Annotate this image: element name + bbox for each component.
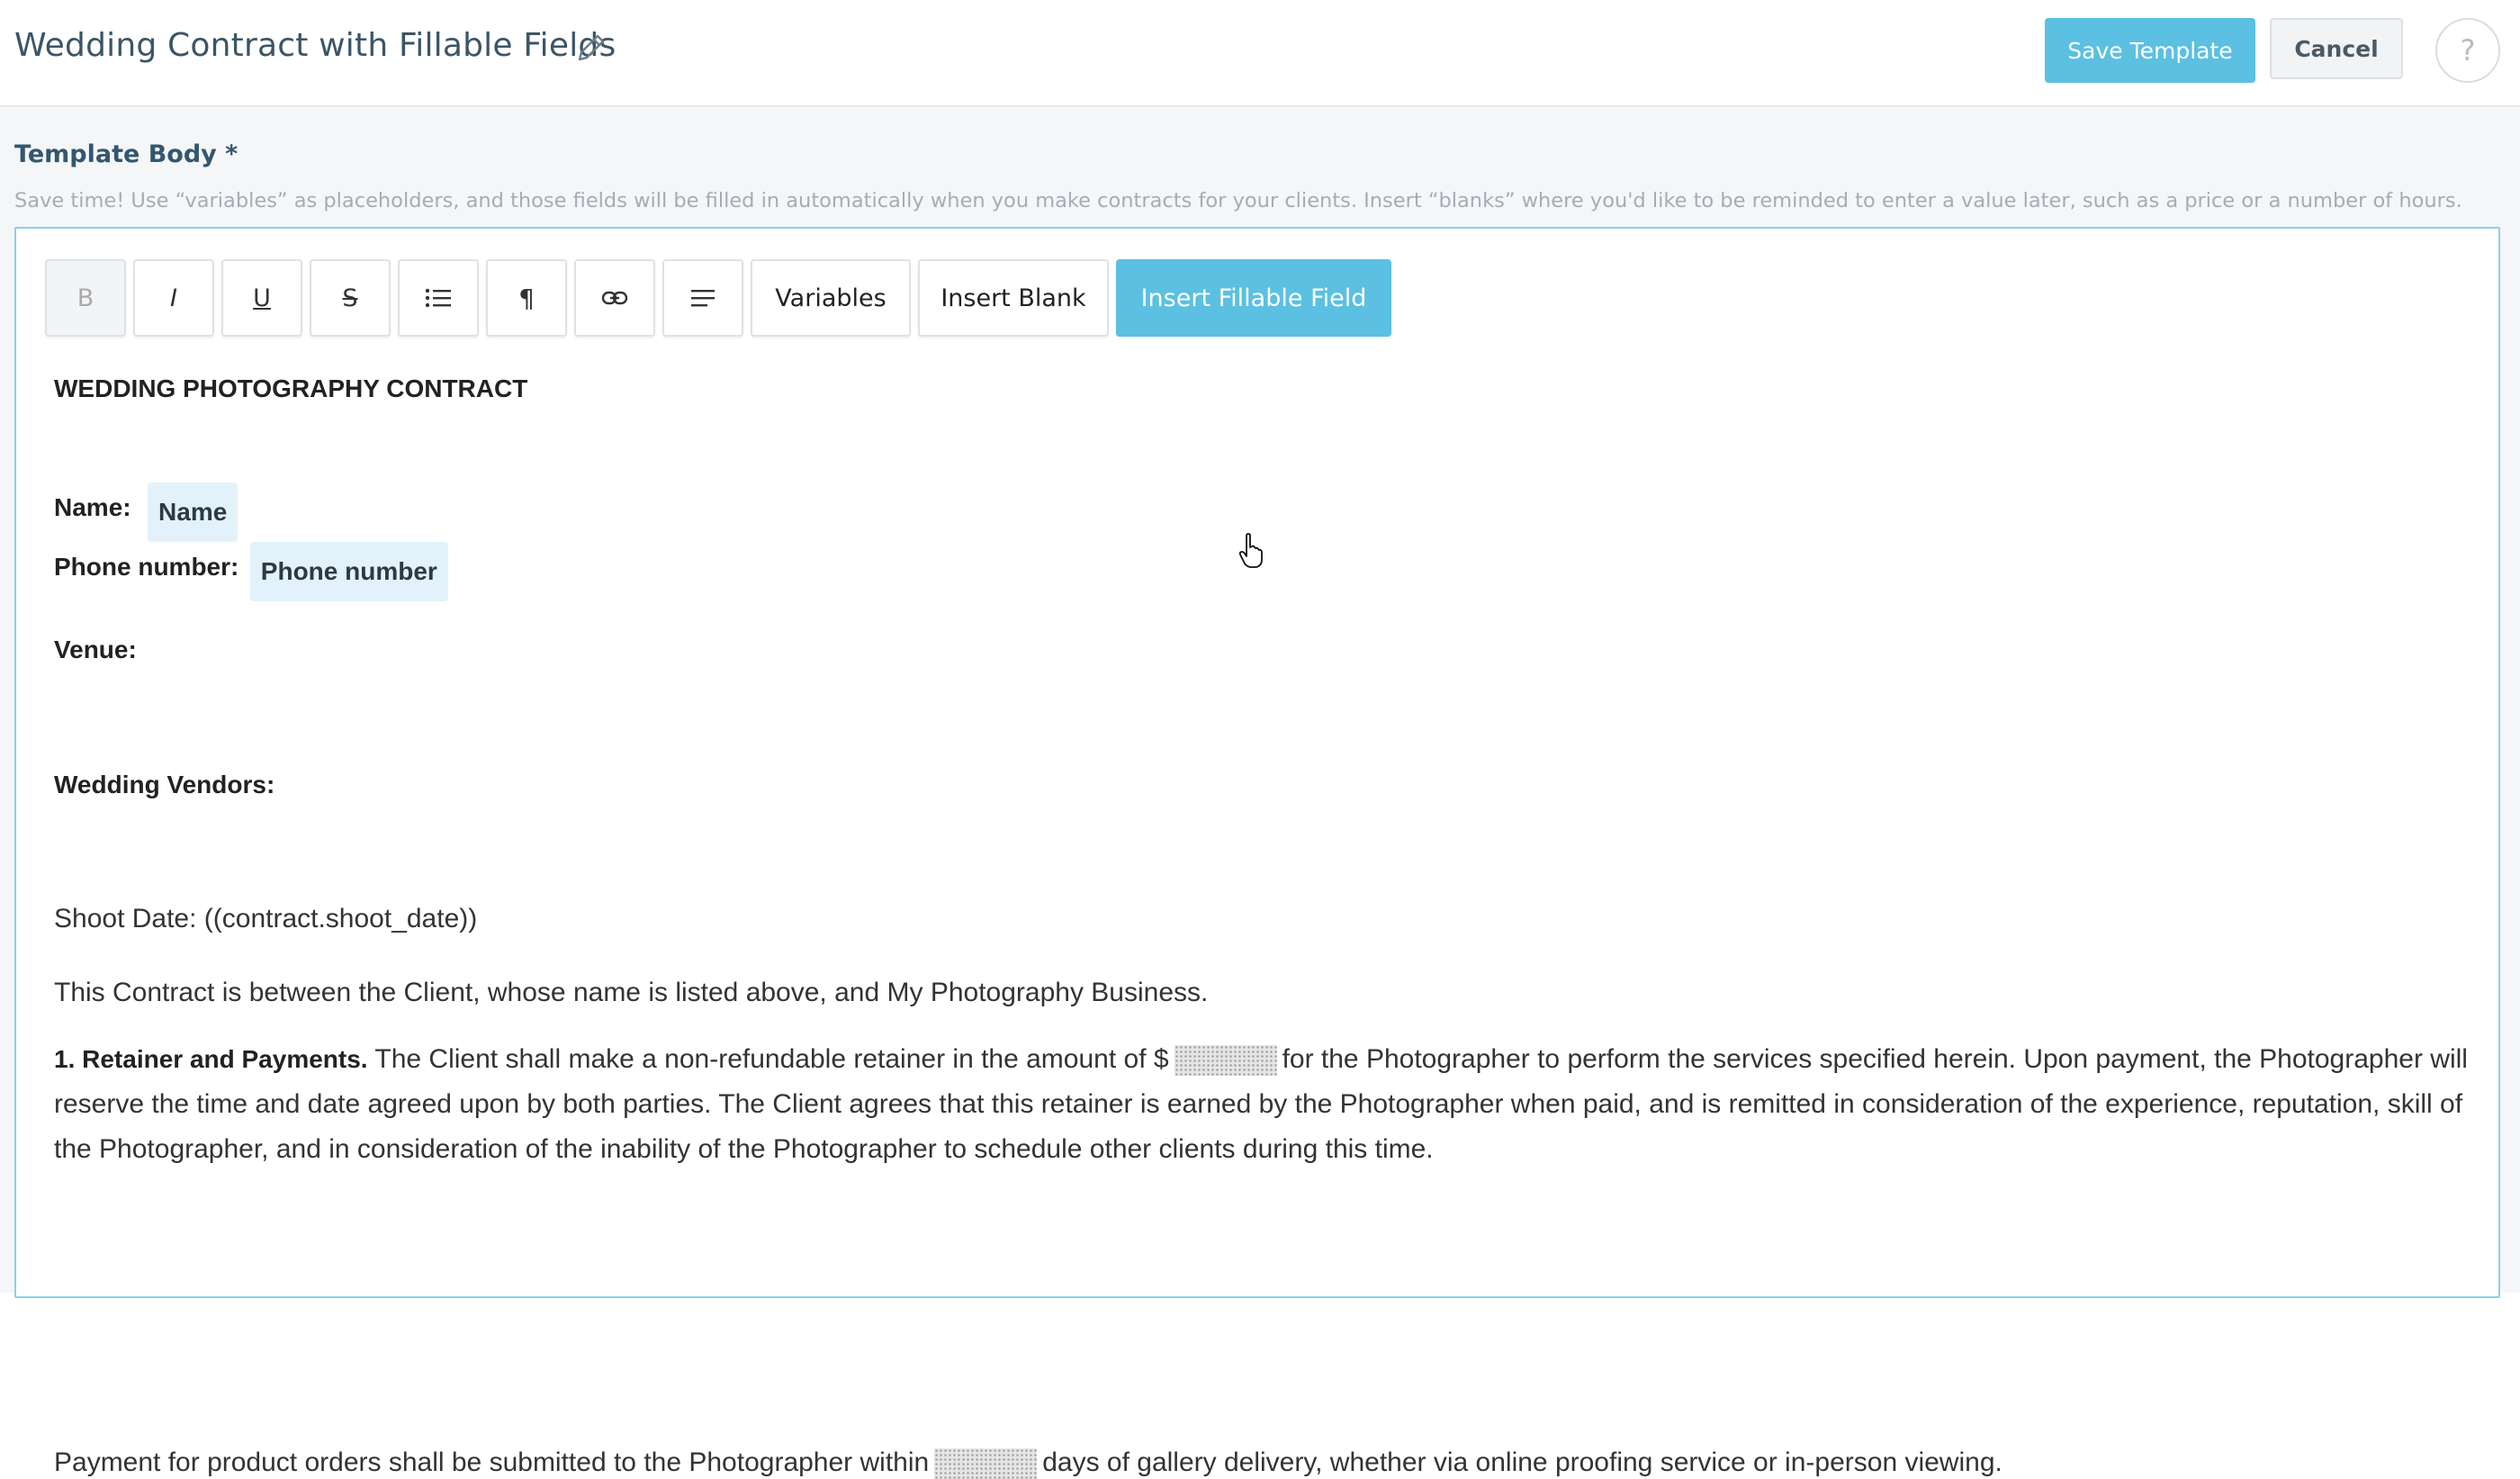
italic-icon: I: [170, 284, 177, 312]
phone-row: Phone number: Phone number: [54, 542, 448, 601]
help-button[interactable]: ?: [2435, 18, 2500, 83]
name-row: Name: Name: [54, 482, 238, 542]
link-button[interactable]: [574, 259, 655, 337]
template-title: Wedding Contract with Fillable Fields: [14, 27, 616, 64]
align-button[interactable]: [662, 259, 743, 337]
cancel-button[interactable]: Cancel: [2270, 18, 2403, 79]
hand-cursor-icon: [1238, 533, 1263, 568]
strikethrough-icon: S: [342, 284, 358, 312]
phone-label: Phone number:: [54, 553, 239, 582]
italic-button[interactable]: I: [133, 259, 214, 337]
venue-label: Venue:: [54, 636, 137, 663]
retainer-amount-blank[interactable]: [1174, 1045, 1277, 1077]
list-icon: [425, 288, 451, 308]
save-template-button[interactable]: Save Template: [2045, 18, 2255, 83]
document-heading: WEDDING PHOTOGRAPHY CONTRACT: [54, 374, 528, 402]
bold-button[interactable]: B: [45, 259, 126, 337]
name-label: Name:: [54, 493, 131, 522]
top-bar: Wedding Contract with Fillable Fields Sa…: [0, 0, 2520, 107]
link-icon: [601, 291, 628, 305]
variables-button[interactable]: Variables: [751, 259, 911, 337]
retainer-title: 1. Retainer and Payments.: [54, 1045, 368, 1073]
shoot-date-line: Shoot Date: ((contract.shoot_date)): [54, 904, 478, 933]
retainer-paragraph: 1. Retainer and Payments. The Client sha…: [54, 1037, 2484, 1172]
payment-days-blank[interactable]: [934, 1448, 1038, 1479]
contract-intro: This Contract is between the Client, who…: [54, 978, 1209, 1007]
template-help-text: Save time! Use “variables” as placeholde…: [14, 189, 2462, 212]
underline-button[interactable]: U: [221, 259, 302, 337]
paragraph-button[interactable]: ¶: [486, 259, 567, 337]
retainer-text-a: The Client shall make a non-refundable r…: [374, 1044, 1169, 1074]
list-button[interactable]: [398, 259, 479, 337]
template-body-label: Template Body *: [14, 140, 238, 168]
rich-text-editor[interactable]: B I U S ¶ Variables Insert Blank Insert …: [14, 227, 2500, 1479]
bold-icon: B: [76, 284, 94, 312]
wedding-vendors-label: Wedding Vendors:: [54, 771, 275, 798]
payment-line: Payment for product orders shall be subm…: [54, 1447, 2002, 1479]
underline-icon: U: [253, 284, 271, 312]
phone-fillable-field[interactable]: Phone number: [249, 542, 448, 601]
align-icon: [691, 290, 715, 307]
payment-text-a: Payment for product orders shall be subm…: [54, 1447, 930, 1477]
retainer-line-3: the Photographer, and in consideration o…: [54, 1134, 1434, 1164]
strikethrough-button[interactable]: S: [310, 259, 391, 337]
insert-blank-button[interactable]: Insert Blank: [918, 259, 1109, 337]
template-editor-section: Template Body * Save time! Use “variable…: [0, 108, 2520, 1479]
name-fillable-field[interactable]: Name: [148, 482, 238, 542]
insert-fillable-field-button[interactable]: Insert Fillable Field: [1116, 259, 1391, 337]
retainer-line-2: reserve the time and date agreed upon by…: [54, 1089, 2463, 1119]
paragraph-icon: ¶: [518, 283, 535, 313]
retainer-text-b: for the Photographer to perform the serv…: [1282, 1044, 2468, 1074]
pencil-icon[interactable]: [574, 32, 607, 67]
payment-text-b: days of gallery delivery, whether via on…: [1042, 1447, 2002, 1477]
